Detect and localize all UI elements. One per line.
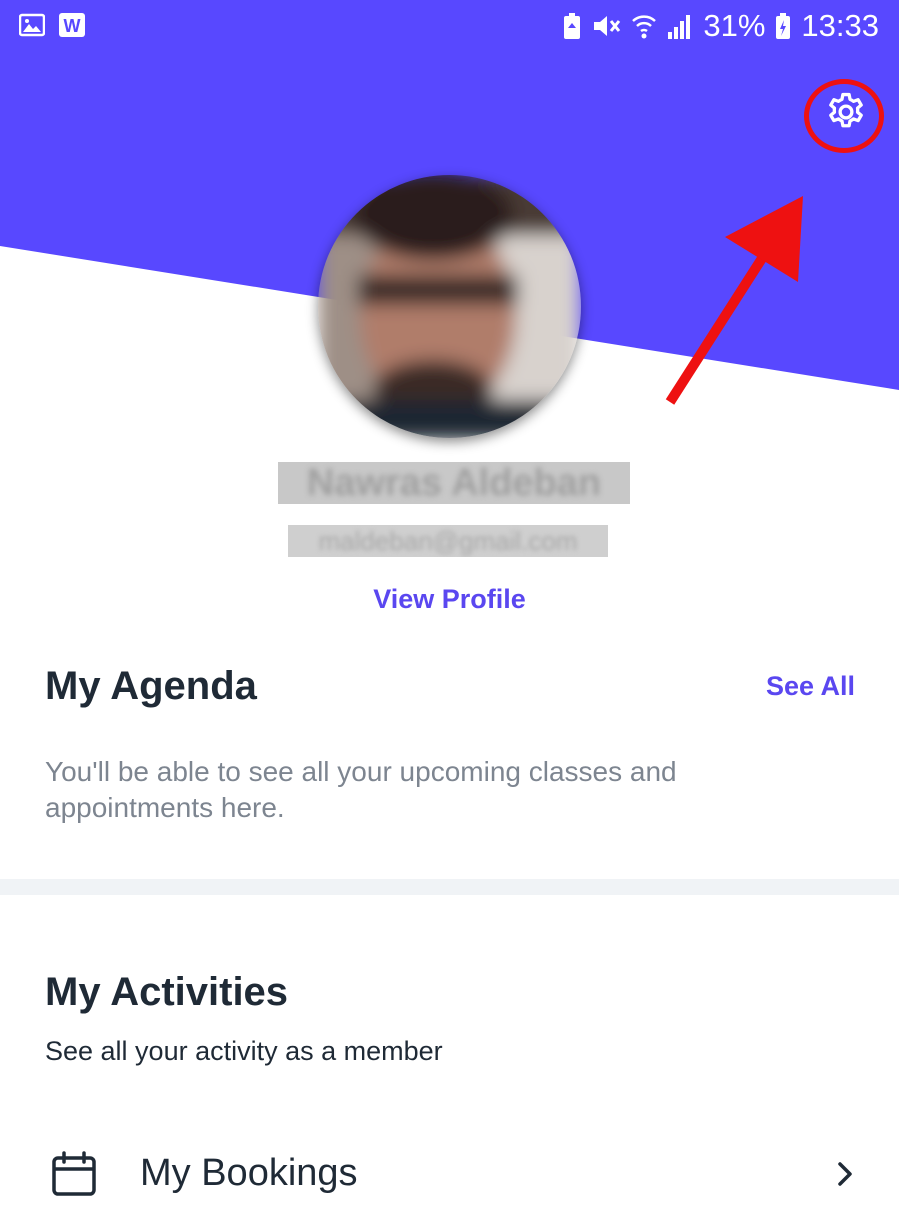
avatar[interactable] xyxy=(318,175,581,438)
activities-title: My Activities xyxy=(45,970,289,1014)
my-bookings-label: My Bookings xyxy=(140,1152,358,1194)
activities-subtitle: See all your activity as a member xyxy=(45,1036,443,1066)
profile-email: maldeban@gmail.com xyxy=(288,525,608,557)
view-profile-link[interactable]: View Profile xyxy=(0,584,899,615)
section-divider xyxy=(0,879,899,895)
profile-name: Nawras Aldeban xyxy=(278,462,630,504)
chevron-right-icon xyxy=(835,1160,855,1193)
agenda-empty-message: You'll be able to see all your upcoming … xyxy=(45,756,677,823)
my-bookings-item[interactable]: My Bookings xyxy=(0,1140,899,1212)
agenda-title: My Agenda xyxy=(45,664,257,708)
see-all-link[interactable]: See All xyxy=(766,671,855,702)
calendar-icon xyxy=(50,1150,98,1203)
